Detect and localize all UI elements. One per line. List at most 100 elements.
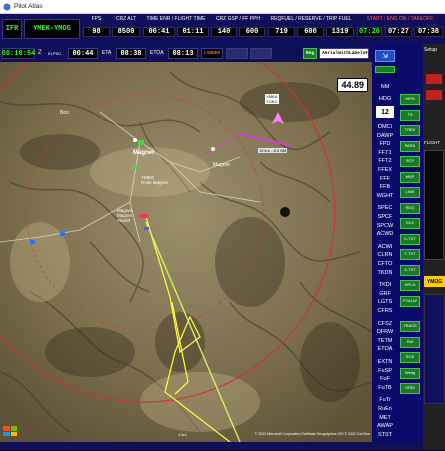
option-button-z-txt[interactable]: Z-TXT bbox=[400, 264, 420, 276]
map-toggle-a[interactable] bbox=[226, 48, 248, 59]
option-button-wpn[interactable]: WPN bbox=[400, 94, 420, 105]
map-type-select[interactable]: AerialWithLabels ▾ bbox=[319, 48, 369, 59]
option-button-ts[interactable]: TS bbox=[400, 109, 420, 121]
fps-label: FPS bbox=[91, 16, 102, 22]
layer-item-wght[interactable]: WGHT bbox=[372, 193, 398, 200]
elpsd-label: ELPSD bbox=[48, 51, 62, 56]
reqfuel: 719 bbox=[268, 27, 295, 37]
layer-item-lgts[interactable]: LGTS bbox=[372, 299, 398, 306]
fuel-label: REQFUEL / RESERVE / TRIP FUEL bbox=[270, 16, 352, 22]
layer-item-tkdn[interactable]: TKDN bbox=[372, 270, 398, 277]
takeoff-time[interactable]: 07:38 bbox=[414, 27, 443, 37]
panel-arrow-button[interactable]: ⇲ bbox=[375, 50, 395, 62]
layer-item-futr[interactable]: FuTr bbox=[372, 397, 398, 404]
layer-item-stst[interactable]: STST bbox=[372, 432, 398, 439]
map-toggle-b[interactable] bbox=[250, 48, 272, 59]
panel-number-box[interactable]: 12 bbox=[376, 106, 394, 118]
map-canvas bbox=[0, 62, 372, 442]
layer-item-fuf[interactable]: FuF bbox=[372, 376, 398, 383]
eng-on-time[interactable]: 07:27 bbox=[385, 27, 412, 37]
option-button-ros[interactable]: ROS bbox=[400, 352, 420, 363]
map-pin-green bbox=[138, 140, 144, 145]
layer-item-met[interactable]: MET bbox=[372, 415, 398, 422]
layer-item-ruen[interactable]: RuEn bbox=[372, 406, 398, 413]
layer-item-fft2[interactable]: FFT2 bbox=[372, 158, 398, 165]
layer-item-tkdi[interactable]: TKDI bbox=[372, 282, 398, 289]
flight-rules[interactable]: IFR bbox=[2, 19, 22, 39]
setup-tab[interactable]: Setup bbox=[424, 47, 437, 53]
option-button-grid[interactable]: GRID bbox=[400, 383, 420, 394]
option-button-trek[interactable]: TREK bbox=[400, 125, 420, 136]
layer-item-futb[interactable]: FuTB bbox=[372, 385, 398, 392]
ff-pph[interactable]: 600 bbox=[239, 27, 265, 37]
layer-item-cfto[interactable]: CFTO bbox=[372, 261, 398, 268]
layer-item-spcf[interactable]: SPCF bbox=[372, 214, 398, 221]
panel-green-button[interactable] bbox=[375, 66, 395, 73]
option-button-els[interactable]: ELS bbox=[400, 218, 420, 229]
map-options-panel: WPN TS TREK PARK SGY MAP LINE RDG ELS C-TXT T-TXT Z… bbox=[398, 44, 423, 442]
layer-item-spcw[interactable]: SPCW bbox=[372, 223, 398, 230]
route-name[interactable]: YMEK-YMOG bbox=[24, 19, 80, 39]
start-time[interactable]: 07:26 bbox=[357, 27, 382, 37]
side-red-button[interactable] bbox=[426, 74, 442, 84]
option-button-t-txt[interactable]: T-TXT bbox=[400, 249, 420, 260]
layer-item-fusp[interactable]: FuSP bbox=[372, 368, 398, 375]
layer-item-extn[interactable]: EXTN bbox=[372, 359, 398, 366]
layer-item-fpd[interactable]: FPD bbox=[372, 141, 398, 148]
panel-nm-button[interactable]: NM bbox=[372, 84, 398, 91]
bottom-strip bbox=[0, 442, 423, 450]
landed-indicator: LANDED bbox=[201, 48, 223, 59]
alt-label: CRZ ALT bbox=[115, 16, 137, 22]
layer-item-acwi[interactable]: ACWI bbox=[372, 244, 398, 251]
map-type-value: AerialWithLabels bbox=[322, 51, 366, 56]
layer-item-fff[interactable]: FFF bbox=[372, 176, 398, 183]
layer-item-cfsz[interactable]: CFSZ bbox=[372, 321, 398, 328]
option-button-sgy[interactable]: SGY bbox=[400, 156, 420, 167]
alt-value[interactable]: 8500 bbox=[112, 27, 140, 37]
chevron-down-icon: ▾ bbox=[365, 51, 368, 56]
place-label-ymek: Magnet Magnet Airport bbox=[117, 208, 133, 223]
side-red-button-2[interactable] bbox=[426, 90, 442, 100]
place-label-magnet-2: Magnet bbox=[213, 162, 230, 168]
option-button-trace[interactable]: TRACE bbox=[400, 321, 420, 332]
place-label-yma: YMKA YOKO bbox=[265, 94, 279, 104]
crz-gsp[interactable]: 140 bbox=[211, 27, 237, 37]
option-button-weltg[interactable]: Weltg bbox=[400, 367, 420, 379]
airport-marker-2 bbox=[144, 227, 149, 230]
place-label-ymeg: YMEG Hook Magnet bbox=[141, 175, 168, 185]
waypoint-dot bbox=[133, 138, 137, 142]
layer-item-spec[interactable]: SPEC bbox=[372, 205, 398, 212]
flight-tab[interactable]: FLIGHT bbox=[424, 140, 440, 145]
route-distance-label: 15 km - 8.0 NM bbox=[258, 148, 288, 153]
option-button-follw[interactable]: FOLLW bbox=[400, 295, 420, 307]
layer-item-fft1[interactable]: FFT1 bbox=[372, 150, 398, 157]
place-label-magnet: Magnet bbox=[133, 150, 154, 156]
option-button-park[interactable]: PARK bbox=[400, 140, 420, 152]
layer-item-cfrs[interactable]: CFRS bbox=[372, 308, 398, 315]
option-button-ref[interactable]: Ref bbox=[400, 336, 420, 348]
layer-item-etoa[interactable]: ETOA bbox=[372, 346, 398, 353]
option-button-hpln[interactable]: HPLN bbox=[400, 280, 420, 291]
layer-item-clrn[interactable]: CLRN bbox=[372, 252, 398, 259]
option-button-line[interactable]: LINE bbox=[400, 187, 420, 198]
map-view[interactable]: 44.89 Boo Magnet Magnet YMEG Hook Magnet… bbox=[0, 62, 372, 442]
layer-item-dmci[interactable]: DMCI bbox=[372, 124, 398, 131]
layer-item-dawp[interactable]: DAWP bbox=[372, 133, 398, 140]
map-scale: 1 km bbox=[178, 432, 187, 437]
elpsd-value: 00:44 bbox=[68, 48, 98, 59]
layer-item-grf[interactable]: GRF bbox=[372, 291, 398, 298]
option-button-c-txt[interactable]: C-TXT bbox=[400, 233, 420, 245]
clock: 08:10:54 bbox=[1, 48, 36, 59]
eta-value: 08:38 bbox=[116, 48, 146, 59]
layer-item-awap[interactable]: AWAP bbox=[372, 423, 398, 430]
panel-hdg-button[interactable]: HDG bbox=[372, 96, 398, 103]
layer-item-ffb[interactable]: FFB bbox=[372, 184, 398, 191]
layer-item-ffex[interactable]: FFEX bbox=[372, 167, 398, 174]
layer-item-acwd[interactable]: ACWD bbox=[372, 231, 398, 238]
option-button-rdg[interactable]: RDG bbox=[400, 202, 420, 214]
option-button-map[interactable]: MAP bbox=[400, 171, 420, 183]
layer-item-tetm[interactable]: TETM bbox=[372, 338, 398, 345]
flight-info-box bbox=[424, 150, 444, 260]
layer-item-dfrw[interactable]: DFRW bbox=[372, 329, 398, 336]
range-button[interactable]: Rng bbox=[303, 48, 317, 59]
